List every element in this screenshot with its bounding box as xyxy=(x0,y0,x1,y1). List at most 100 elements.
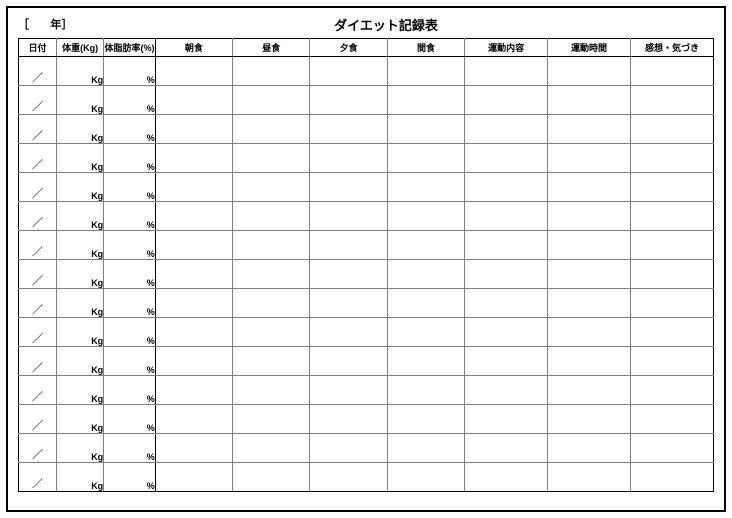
dinner-cell[interactable] xyxy=(310,86,387,115)
exercise-time-cell[interactable] xyxy=(548,463,631,492)
notes-cell[interactable] xyxy=(631,115,714,144)
snack-cell[interactable] xyxy=(387,231,464,260)
date-cell[interactable]: ／ xyxy=(19,376,57,405)
breakfast-cell[interactable] xyxy=(155,347,232,376)
weight-cell[interactable]: Kg xyxy=(57,173,104,202)
notes-cell[interactable] xyxy=(631,434,714,463)
dinner-cell[interactable] xyxy=(310,289,387,318)
date-cell[interactable]: ／ xyxy=(19,202,57,231)
weight-cell[interactable]: Kg xyxy=(57,347,104,376)
weight-cell[interactable]: Kg xyxy=(57,289,104,318)
weight-cell[interactable]: Kg xyxy=(57,318,104,347)
breakfast-cell[interactable] xyxy=(155,173,232,202)
breakfast-cell[interactable] xyxy=(155,434,232,463)
snack-cell[interactable] xyxy=(387,57,464,86)
breakfast-cell[interactable] xyxy=(155,231,232,260)
breakfast-cell[interactable] xyxy=(155,144,232,173)
lunch-cell[interactable] xyxy=(233,86,310,115)
dinner-cell[interactable] xyxy=(310,463,387,492)
weight-cell[interactable]: Kg xyxy=(57,144,104,173)
body-fat-cell[interactable]: % xyxy=(104,231,156,260)
dinner-cell[interactable] xyxy=(310,144,387,173)
notes-cell[interactable] xyxy=(631,173,714,202)
exercise-content-cell[interactable] xyxy=(465,318,548,347)
snack-cell[interactable] xyxy=(387,289,464,318)
notes-cell[interactable] xyxy=(631,231,714,260)
lunch-cell[interactable] xyxy=(233,434,310,463)
snack-cell[interactable] xyxy=(387,86,464,115)
lunch-cell[interactable] xyxy=(233,57,310,86)
breakfast-cell[interactable] xyxy=(155,202,232,231)
lunch-cell[interactable] xyxy=(233,115,310,144)
date-cell[interactable]: ／ xyxy=(19,347,57,376)
dinner-cell[interactable] xyxy=(310,376,387,405)
snack-cell[interactable] xyxy=(387,202,464,231)
body-fat-cell[interactable]: % xyxy=(104,202,156,231)
snack-cell[interactable] xyxy=(387,318,464,347)
breakfast-cell[interactable] xyxy=(155,57,232,86)
weight-cell[interactable]: Kg xyxy=(57,260,104,289)
date-cell[interactable]: ／ xyxy=(19,57,57,86)
exercise-content-cell[interactable] xyxy=(465,405,548,434)
exercise-time-cell[interactable] xyxy=(548,231,631,260)
date-cell[interactable]: ／ xyxy=(19,260,57,289)
notes-cell[interactable] xyxy=(631,405,714,434)
date-cell[interactable]: ／ xyxy=(19,463,57,492)
snack-cell[interactable] xyxy=(387,347,464,376)
exercise-content-cell[interactable] xyxy=(465,202,548,231)
exercise-time-cell[interactable] xyxy=(548,289,631,318)
breakfast-cell[interactable] xyxy=(155,289,232,318)
breakfast-cell[interactable] xyxy=(155,86,232,115)
breakfast-cell[interactable] xyxy=(155,405,232,434)
exercise-time-cell[interactable] xyxy=(548,202,631,231)
dinner-cell[interactable] xyxy=(310,115,387,144)
notes-cell[interactable] xyxy=(631,86,714,115)
body-fat-cell[interactable]: % xyxy=(104,289,156,318)
weight-cell[interactable]: Kg xyxy=(57,405,104,434)
weight-cell[interactable]: Kg xyxy=(57,57,104,86)
body-fat-cell[interactable]: % xyxy=(104,405,156,434)
lunch-cell[interactable] xyxy=(233,318,310,347)
notes-cell[interactable] xyxy=(631,260,714,289)
body-fat-cell[interactable]: % xyxy=(104,434,156,463)
snack-cell[interactable] xyxy=(387,405,464,434)
body-fat-cell[interactable]: % xyxy=(104,86,156,115)
exercise-content-cell[interactable] xyxy=(465,144,548,173)
breakfast-cell[interactable] xyxy=(155,115,232,144)
dinner-cell[interactable] xyxy=(310,260,387,289)
exercise-content-cell[interactable] xyxy=(465,289,548,318)
exercise-content-cell[interactable] xyxy=(465,57,548,86)
weight-cell[interactable]: Kg xyxy=(57,115,104,144)
date-cell[interactable]: ／ xyxy=(19,86,57,115)
lunch-cell[interactable] xyxy=(233,173,310,202)
snack-cell[interactable] xyxy=(387,115,464,144)
exercise-time-cell[interactable] xyxy=(548,144,631,173)
dinner-cell[interactable] xyxy=(310,347,387,376)
body-fat-cell[interactable]: % xyxy=(104,260,156,289)
lunch-cell[interactable] xyxy=(233,289,310,318)
weight-cell[interactable]: Kg xyxy=(57,463,104,492)
body-fat-cell[interactable]: % xyxy=(104,347,156,376)
notes-cell[interactable] xyxy=(631,202,714,231)
dinner-cell[interactable] xyxy=(310,231,387,260)
date-cell[interactable]: ／ xyxy=(19,231,57,260)
body-fat-cell[interactable]: % xyxy=(104,57,156,86)
dinner-cell[interactable] xyxy=(310,318,387,347)
breakfast-cell[interactable] xyxy=(155,376,232,405)
body-fat-cell[interactable]: % xyxy=(104,173,156,202)
date-cell[interactable]: ／ xyxy=(19,144,57,173)
body-fat-cell[interactable]: % xyxy=(104,318,156,347)
dinner-cell[interactable] xyxy=(310,202,387,231)
date-cell[interactable]: ／ xyxy=(19,405,57,434)
notes-cell[interactable] xyxy=(631,347,714,376)
exercise-content-cell[interactable] xyxy=(465,347,548,376)
exercise-time-cell[interactable] xyxy=(548,405,631,434)
body-fat-cell[interactable]: % xyxy=(104,463,156,492)
notes-cell[interactable] xyxy=(631,376,714,405)
notes-cell[interactable] xyxy=(631,289,714,318)
exercise-time-cell[interactable] xyxy=(548,347,631,376)
weight-cell[interactable]: Kg xyxy=(57,202,104,231)
lunch-cell[interactable] xyxy=(233,463,310,492)
exercise-content-cell[interactable] xyxy=(465,434,548,463)
exercise-time-cell[interactable] xyxy=(548,173,631,202)
